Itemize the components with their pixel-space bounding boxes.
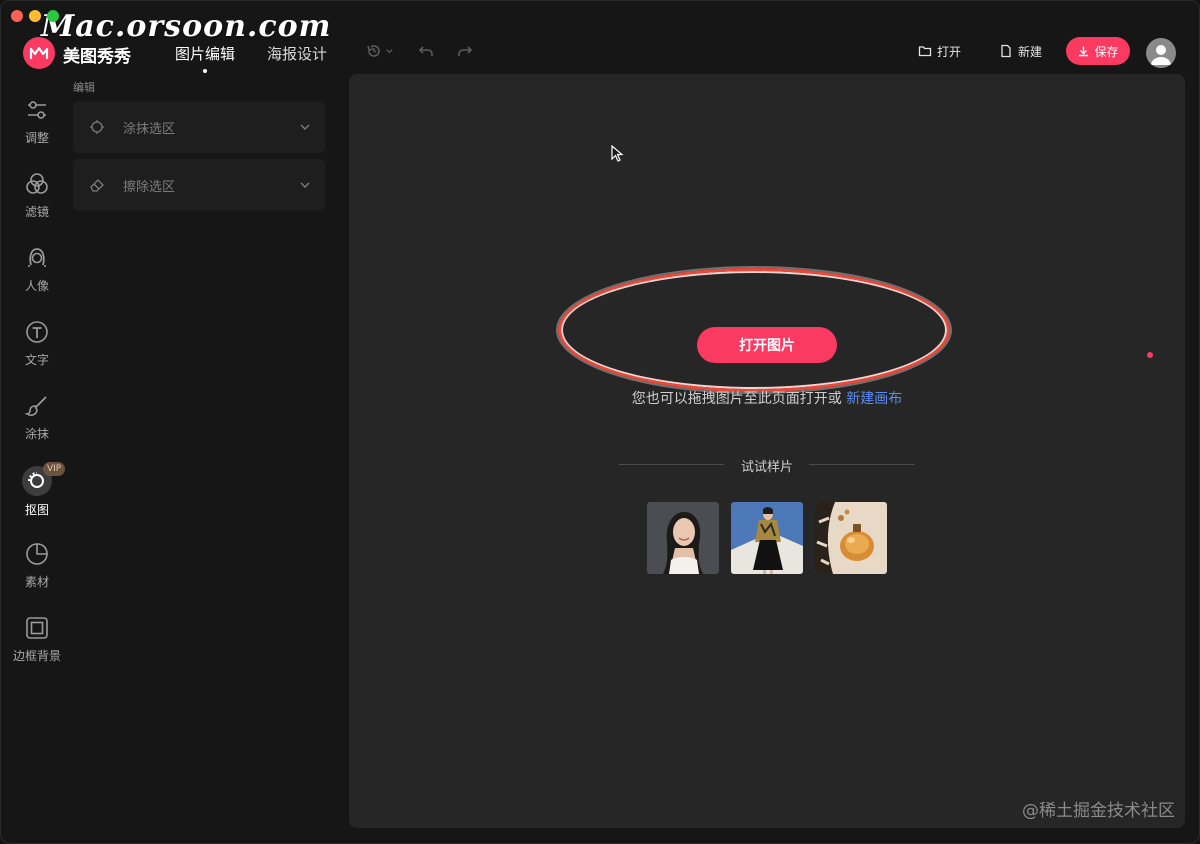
eraser-icon <box>90 179 104 192</box>
footer-watermark: @稀土掘金技术社区 <box>1022 801 1175 821</box>
sidebar-item-material[interactable]: 素材 <box>1 541 73 601</box>
frame-icon <box>26 617 48 639</box>
tab-label: 海报设计 <box>267 45 328 63</box>
brush-icon <box>24 396 47 416</box>
undo-icon <box>418 46 433 56</box>
accordion-label: 擦除选区 <box>123 179 176 195</box>
sidebar-item-label: 涂抹 <box>24 427 49 441</box>
samples-title: 试试样片 <box>740 460 793 475</box>
folder-icon <box>918 46 932 57</box>
history-button[interactable] <box>365 41 394 61</box>
new-file-icon <box>1001 44 1011 58</box>
vip-badge: VIP <box>43 462 66 476</box>
save-button[interactable]: 保存 <box>1066 37 1130 65</box>
open-label: 打开 <box>937 44 962 59</box>
new-label: 新建 <box>1018 44 1043 59</box>
tab-label: 图片编辑 <box>175 45 236 63</box>
accordion-erase-select[interactable]: 擦除选区 <box>73 159 325 211</box>
brush-select-icon <box>90 120 104 134</box>
sidebar-item-filter[interactable]: 滤镜 <box>1 171 73 231</box>
history-icon <box>367 45 380 57</box>
sidebar-item-label: 抠图 <box>24 503 49 517</box>
window-controls <box>11 10 59 22</box>
new-button[interactable]: 新建 <box>999 41 1042 61</box>
close-window-button[interactable] <box>11 10 23 22</box>
sticker-icon <box>26 543 48 565</box>
sidebar-item-brush[interactable]: 涂抹 <box>1 393 73 453</box>
chevron-down-icon <box>300 124 310 130</box>
sidebar-item-label: 边框背景 <box>12 649 61 663</box>
sample-thumbnail-portrait[interactable] <box>647 502 719 574</box>
download-icon <box>1079 46 1089 56</box>
sidebar-item-portrait[interactable]: 人像 <box>1 245 73 305</box>
open-button[interactable]: 打开 <box>918 41 961 61</box>
sample-image-perfume <box>815 502 887 574</box>
sample-thumbnail-perfume[interactable] <box>815 502 887 574</box>
sidebar-item-label: 人像 <box>24 279 49 293</box>
editor-canvas[interactable]: 打开图片 您也可以拖拽图片至此页面打开或 新建画布 试试样片 <box>349 74 1185 828</box>
redo-button[interactable] <box>456 41 474 61</box>
open-image-button[interactable]: 打开图片 <box>697 327 837 363</box>
tab-poster-design[interactable]: 海报设计 <box>267 43 327 64</box>
chevron-down-icon <box>386 48 393 53</box>
sample-image-fashion <box>731 502 803 574</box>
divider-right <box>809 464 915 465</box>
site-watermark: Mac.orsoon.com <box>41 9 332 44</box>
user-avatar[interactable] <box>1146 38 1176 68</box>
sidebar-item-label: 文字 <box>24 353 49 367</box>
mouse-cursor-icon <box>611 145 624 162</box>
drag-hint: 您也可以拖拽图片至此页面打开或 新建画布 <box>349 388 1185 408</box>
accordion-brush-select[interactable]: 涂抹选区 <box>73 101 325 153</box>
minimize-window-button[interactable] <box>29 10 41 22</box>
sample-thumbnail-fashion[interactable] <box>731 502 803 574</box>
sliders-icon <box>28 101 46 119</box>
active-tab-indicator <box>203 69 207 73</box>
filter-circles-icon <box>26 173 48 194</box>
user-icon <box>1151 45 1171 65</box>
sidebar-item-text[interactable]: 文字 <box>1 319 73 379</box>
text-t-icon <box>26 321 48 343</box>
panel-title: 编辑 <box>73 81 95 94</box>
brand-name: 美图秀秀 <box>63 47 131 67</box>
sidebar-item-label: 调整 <box>24 131 49 145</box>
zoom-window-button[interactable] <box>47 10 59 22</box>
notification-dot <box>1147 352 1153 358</box>
redo-icon <box>458 46 473 56</box>
sidebar-item-adjust[interactable]: 调整 <box>1 97 73 157</box>
portrait-icon <box>28 248 46 267</box>
sidebar-item-label: 滤镜 <box>24 205 49 219</box>
sidebar-item-frame[interactable]: 边框背景 <box>1 615 73 675</box>
sidebar-item-label: 素材 <box>24 575 49 589</box>
hint-text: 您也可以拖拽图片至此页面打开或 <box>631 391 842 407</box>
save-label: 保存 <box>1094 44 1119 59</box>
app-window: Mac.orsoon.com 美图秀秀 图片编辑 海报设计 打开 新建 保存 调… <box>0 0 1200 844</box>
new-canvas-link[interactable]: 新建画布 <box>846 391 902 407</box>
undo-button[interactable] <box>417 41 435 61</box>
chevron-down-icon <box>300 182 310 188</box>
accordion-label: 涂抹选区 <box>123 121 176 137</box>
sidebar-item-cutout[interactable]: VIP 抠图 <box>1 462 73 525</box>
tab-image-edit[interactable]: 图片编辑 <box>175 43 236 73</box>
sample-image-woman <box>647 502 719 574</box>
